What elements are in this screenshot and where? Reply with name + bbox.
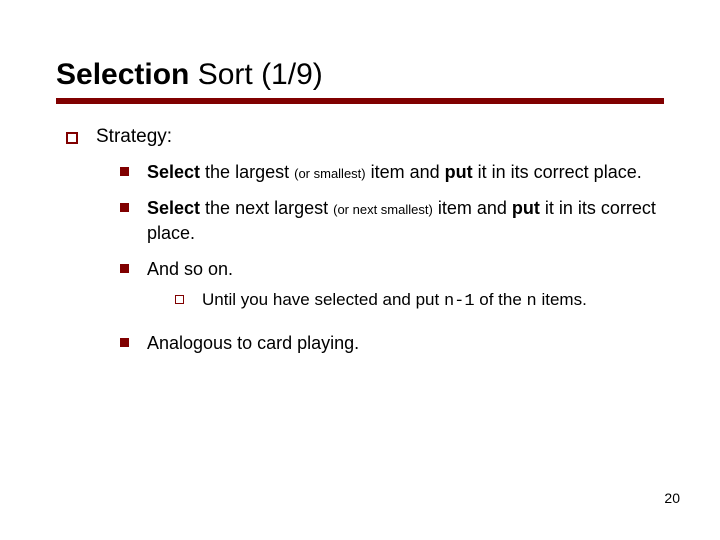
strategy-heading: Strategy: <box>96 126 664 148</box>
list-item: And so on. Until you have selected and p… <box>120 257 664 313</box>
item-text: Select the next largest (or next smalles… <box>147 196 664 245</box>
square-filled-icon <box>120 264 129 273</box>
list-item: Select the largest (or smallest) item an… <box>120 160 664 184</box>
square-filled-icon <box>120 338 129 347</box>
title-rule <box>56 98 664 104</box>
square-filled-icon <box>120 203 129 212</box>
square-open-small-icon <box>175 295 184 304</box>
item-text: Select the largest (or smallest) item an… <box>147 160 664 184</box>
square-open-icon <box>66 132 78 144</box>
slide-title: Selection Sort (1/9) <box>56 58 664 92</box>
square-filled-icon <box>120 167 129 176</box>
page-number: 20 <box>664 490 680 506</box>
subitem-text: Until you have selected and put n-1 of t… <box>202 289 664 313</box>
list-item: Select the next largest (or next smalles… <box>120 196 664 245</box>
item-text: Analogous to card playing. <box>147 331 664 355</box>
item-text: And so on. Until you have selected and p… <box>147 257 664 313</box>
list-item: Analogous to card playing. <box>120 331 664 355</box>
